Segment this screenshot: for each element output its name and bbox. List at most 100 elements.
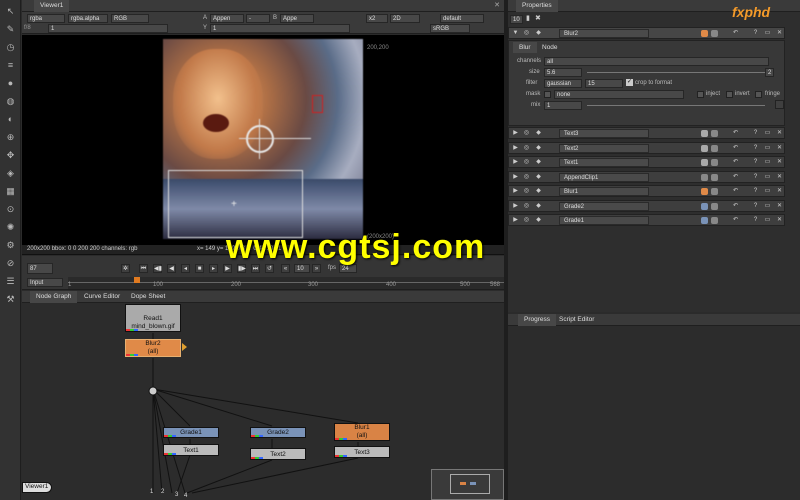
close-panel-icon[interactable]: ✕ (775, 158, 784, 167)
size-field[interactable]: 5.6 (544, 68, 582, 77)
frame-ruler[interactable]: 1 100 200 300 400 500 568 (68, 277, 504, 289)
filter-icon[interactable]: ◍ (4, 96, 17, 107)
prev-key-icon[interactable]: ◀▮ (153, 264, 162, 273)
panel-header[interactable]: ▶ ◎ ◆ Grade2 ↶? ▭ ✕ (508, 199, 785, 212)
size-count[interactable]: 2 (765, 68, 774, 77)
undo-icon[interactable]: ↶ (731, 129, 740, 138)
lut-select[interactable]: default (440, 14, 484, 23)
zoom-select[interactable]: x2 (366, 14, 388, 23)
gain-slider[interactable]: 1 (48, 24, 168, 33)
float-icon[interactable]: ◎ (522, 216, 531, 225)
tab-curve-editor[interactable]: Curve Editor (78, 291, 126, 303)
3d-icon[interactable]: ◈ (4, 168, 17, 179)
node-graph-canvas[interactable]: Read1 mind_blown.gif Blur2 (all) Grade1 … (22, 303, 504, 500)
gamma-slider[interactable]: 1 (210, 24, 350, 33)
node-name-field[interactable]: Blur2 (559, 29, 649, 38)
views-icon[interactable]: ▦ (4, 186, 17, 197)
float-icon[interactable]: ◎ (522, 187, 531, 196)
other-icon[interactable]: ⚙ (4, 240, 17, 251)
float-icon[interactable]: ◎ (522, 173, 531, 182)
expand-icon[interactable]: ▶ (511, 173, 520, 182)
input-mode-select[interactable]: Input (27, 278, 63, 287)
help-icon[interactable]: ? (751, 216, 760, 225)
tab-viewer1[interactable]: Viewer1 (34, 0, 70, 12)
minimize-icon[interactable]: ▭ (763, 129, 772, 138)
panel-header[interactable]: ▶ ◎ ◆ Text2 ↶? ▭ ✕ (508, 141, 785, 154)
tile-color-swatch[interactable] (701, 144, 708, 152)
help-icon[interactable]: ? (751, 202, 760, 211)
channels-select[interactable]: rgba (27, 14, 65, 23)
navigator-minimap[interactable] (431, 469, 504, 500)
minimize-icon[interactable]: ▭ (763, 216, 772, 225)
close-panel-icon[interactable]: ✕ (775, 129, 784, 138)
tile-color-swatch[interactable] (701, 30, 708, 37)
tile-color-swatch[interactable] (701, 130, 708, 137)
quality-field[interactable]: 15 (585, 79, 623, 88)
tile-color-swatch[interactable] (701, 173, 708, 181)
b-input-select[interactable]: Appe (280, 14, 314, 23)
play-back-icon[interactable]: ◂ (181, 264, 190, 273)
font-color-swatch[interactable] (711, 30, 718, 37)
expand-icon[interactable]: ▶ (511, 144, 520, 153)
float-icon[interactable]: ◎ (522, 202, 531, 211)
panel-header[interactable]: ▶ ◎ ◆ AppendClip1 ↶? ▭ ✕ (508, 170, 785, 183)
transform-icon[interactable]: ✥ (4, 150, 17, 161)
panel-header-blur2[interactable]: ▼ ◎ ◆ Blur2 ↶ ? ▭ ✕ (508, 27, 785, 39)
tab-dope-sheet[interactable]: Dope Sheet (125, 291, 171, 303)
toolsets-icon[interactable]: ☰ (4, 276, 17, 287)
channel-icon[interactable]: ≡ (4, 60, 17, 71)
font-color-swatch[interactable] (711, 173, 718, 181)
metadata-icon[interactable]: ⊙ (4, 204, 17, 215)
undo-icon[interactable]: ↶ (731, 173, 740, 182)
close-panel-icon[interactable]: ✕ (775, 187, 784, 196)
node-viewer1[interactable]: Viewer1 (22, 482, 52, 493)
tab-blur[interactable]: Blur (513, 42, 537, 53)
tab-progress[interactable]: Progress (518, 314, 557, 326)
close-panel-icon[interactable]: ✕ (775, 29, 784, 38)
crop-checkbox[interactable]: ✓ (626, 79, 633, 86)
node-grade1[interactable]: Grade1 (163, 427, 219, 438)
node-name-field[interactable]: Grade1 (559, 216, 649, 225)
minimize-icon[interactable]: ▭ (763, 202, 772, 211)
fstop-label[interactable]: f/8 (24, 25, 31, 31)
expand-icon[interactable]: ▶ (511, 202, 520, 211)
undo-icon[interactable]: ↶ (731, 187, 740, 196)
font-color-swatch[interactable] (711, 144, 718, 152)
size-slider[interactable] (587, 72, 765, 73)
merge-icon[interactable]: ⊕ (4, 132, 17, 143)
minimize-icon[interactable]: ▭ (763, 187, 772, 196)
undo-icon[interactable]: ↶ (731, 158, 740, 167)
inject-checkbox[interactable] (697, 91, 704, 98)
expand-icon[interactable]: ▶ (511, 129, 520, 138)
undo-icon[interactable]: ↶ (731, 29, 740, 38)
tile-color-swatch[interactable] (701, 159, 708, 166)
panel-header[interactable]: ▶ ◎ ◆ Blur1 ↶? ▭ ✕ (508, 185, 785, 197)
float-icon[interactable]: ◎ (522, 29, 531, 38)
transform-handle-icon[interactable] (246, 125, 274, 153)
node-name-field[interactable]: Text2 (559, 143, 649, 153)
font-color-swatch[interactable] (711, 130, 718, 137)
panel-header[interactable]: ▶ ◎ ◆ Text1 ↶? ▭ ✕ (508, 156, 785, 168)
fringe-checkbox[interactable] (755, 91, 762, 98)
play-icon[interactable]: ▸ (209, 264, 218, 273)
font-color-swatch[interactable] (711, 159, 718, 166)
keyer-icon[interactable]: ◐ (4, 114, 17, 125)
a-input-select[interactable]: Appen (210, 14, 244, 23)
undo-icon[interactable]: ↶ (731, 202, 740, 211)
tab-properties[interactable]: Properties (516, 0, 558, 12)
help-icon[interactable]: ? (751, 129, 760, 138)
node-blur2[interactable]: Blur2 (all) (125, 339, 181, 357)
minimize-icon[interactable]: ▭ (763, 29, 772, 38)
expand-icon[interactable]: ▶ (511, 187, 520, 196)
undo-icon[interactable]: ↶ (731, 144, 740, 153)
float-icon[interactable]: ◎ (522, 158, 531, 167)
frame-field[interactable]: 87 (27, 263, 53, 274)
particles-icon[interactable]: ✺ (4, 222, 17, 233)
first-frame-icon[interactable]: ⏮ (139, 264, 148, 273)
help-icon[interactable]: ? (751, 173, 760, 182)
colorspace-select[interactable]: RGB (111, 14, 149, 23)
node-name-field[interactable]: Blur1 (559, 187, 649, 196)
settings-icon[interactable]: ✲ (121, 264, 130, 273)
tab-script-editor[interactable]: Script Editor (553, 314, 600, 326)
minimize-icon[interactable]: ▭ (763, 158, 772, 167)
